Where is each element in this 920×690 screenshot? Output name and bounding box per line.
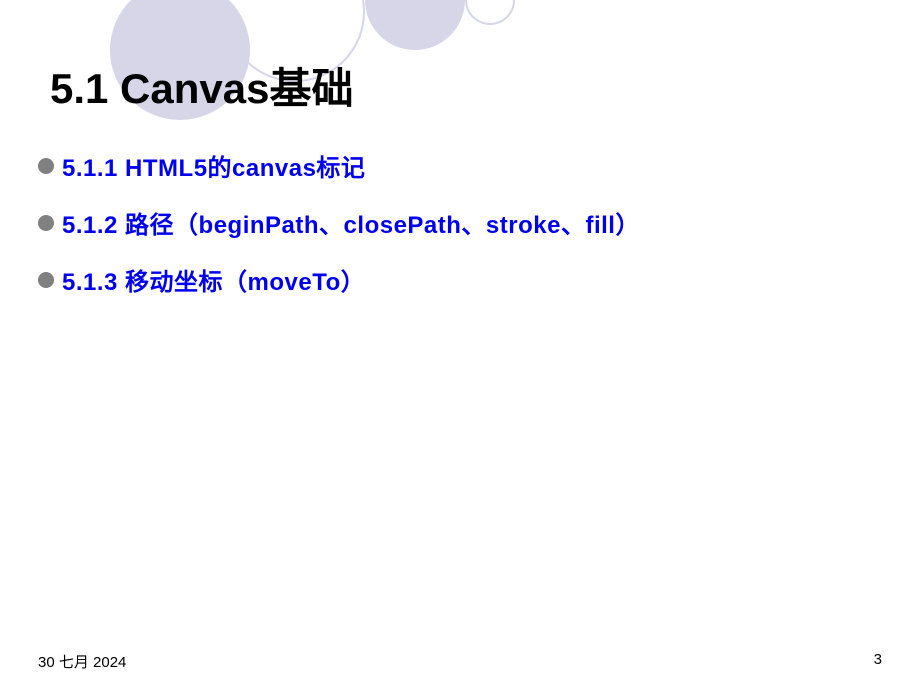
bullet-text: 5.1.3 移动坐标（moveTo） [62, 262, 365, 297]
bullet-icon [38, 158, 54, 174]
bullet-text: 5.1.1 HTML5的canvas标记 [62, 148, 365, 183]
content-list: 5.1.1 HTML5的canvas标记 5.1.2 路径（beginPath、… [38, 148, 640, 319]
list-item: 5.1.3 移动坐标（moveTo） [38, 262, 640, 297]
slide-title: 5.1 Canvas基础 [50, 55, 353, 116]
bullet-text: 5.1.2 路径（beginPath、closePath、stroke、fill… [62, 205, 640, 240]
decorative-circle-outline-small [465, 0, 515, 25]
list-item: 5.1.1 HTML5的canvas标记 [38, 148, 640, 183]
list-item: 5.1.2 路径（beginPath、closePath、stroke、fill… [38, 205, 640, 240]
decorative-circle-filled-medium [365, 0, 465, 50]
slide-footer: 30 七月 2024 3 [38, 651, 882, 672]
bullet-icon [38, 215, 54, 231]
footer-date: 30 七月 2024 [38, 651, 126, 672]
footer-page-number: 3 [874, 651, 882, 672]
bullet-icon [38, 272, 54, 288]
